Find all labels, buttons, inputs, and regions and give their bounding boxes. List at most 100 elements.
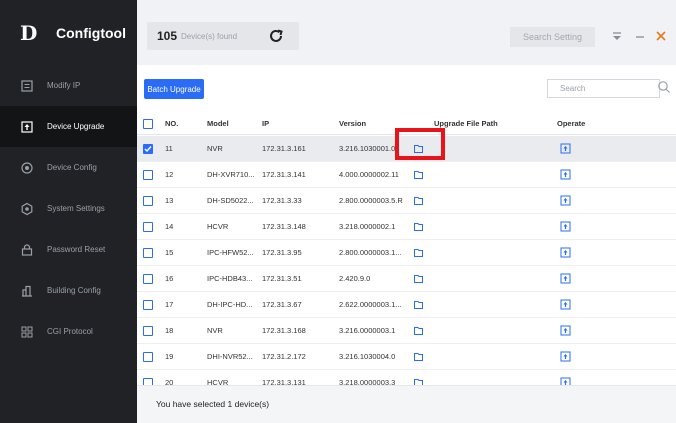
table-row[interactable]: 17 DH-IPC-HD... 172.31.3.67 2.622.0000003.1…: [137, 292, 676, 318]
upgrade-icon[interactable]: [560, 195, 571, 206]
cell-version: 3.216.1030001.0: [339, 144, 396, 153]
upgrade-icon[interactable]: [560, 325, 571, 336]
row-checkbox[interactable]: [143, 299, 153, 310]
row-checkbox[interactable]: [143, 247, 153, 258]
device-count-label: Device(s) found: [181, 31, 238, 41]
search-setting-button[interactable]: Search Setting: [510, 27, 595, 47]
sidebar: D Configtool Modify IP Device Upgrade Devi…: [0, 0, 137, 423]
search-input[interactable]: Search: [547, 79, 660, 98]
cell-no: 17: [165, 300, 174, 309]
row-checkbox[interactable]: [143, 195, 153, 206]
cell-no: 11: [165, 144, 173, 153]
cell-ip: 172.31.3.33: [262, 196, 302, 205]
cell-version: 3.216.1030004.0: [339, 352, 396, 361]
table-row[interactable]: 19 DHI-NVR52... 172.31.2.172 3.216.1030004.…: [137, 344, 676, 370]
sidebar-item-password-reset[interactable]: Password Reset: [0, 229, 137, 270]
cell-version: 2.622.0000003.1...: [339, 300, 402, 309]
cell-model: DH-SD5022...: [207, 196, 254, 205]
refresh-icon[interactable]: [268, 28, 284, 44]
folder-open-icon[interactable]: [413, 195, 424, 206]
folder-open-icon[interactable]: [413, 325, 424, 336]
folder-open-icon[interactable]: [413, 247, 424, 258]
select-all-checkbox[interactable]: [143, 118, 153, 129]
folder-open-icon[interactable]: [413, 299, 424, 310]
sidebar-item-system-settings[interactable]: System Settings: [0, 188, 137, 229]
folder-open-icon[interactable]: [413, 169, 424, 180]
batch-upgrade-button[interactable]: Batch Upgrade: [144, 79, 204, 99]
highlight-box: [395, 128, 445, 160]
table-row[interactable]: 18 NVR 172.31.3.168 3.216.0000003.1: [137, 318, 676, 344]
row-checkbox[interactable]: [143, 221, 153, 232]
table-row[interactable]: 15 IPC-HFW52... 172.31.3.95 2.800.0000003.1…: [137, 240, 676, 266]
cell-version: 2.800.0000003.1...: [339, 248, 402, 257]
table-row[interactable]: 14 HCVR 172.31.3.148 3.218.0000002.1: [137, 214, 676, 240]
sidebar-item-label: Modify IP: [47, 81, 81, 90]
building-config-icon: [22, 285, 32, 297]
upgrade-icon[interactable]: [560, 143, 571, 154]
cell-no: 12: [165, 170, 174, 179]
row-checkbox[interactable]: [143, 273, 153, 284]
app-logo-icon: D: [20, 20, 38, 45]
upgrade-icon[interactable]: [560, 299, 571, 310]
header-model: Model: [207, 119, 229, 128]
sidebar-item-label: System Settings: [47, 204, 105, 213]
row-checkbox[interactable]: [143, 143, 153, 154]
password-reset-icon: [21, 243, 33, 256]
dropdown-menu-icon[interactable]: [611, 30, 623, 42]
folder-open-icon[interactable]: [413, 221, 424, 232]
sidebar-item-upgrade[interactable]: Device Upgrade: [0, 106, 137, 147]
sidebar-item-label: Device Config: [47, 163, 97, 172]
cell-ip: 172.31.3.148: [262, 222, 306, 231]
sidebar-item-label: CGI Protocol: [47, 327, 93, 336]
cell-ip: 172.31.3.161: [262, 144, 306, 153]
sidebar-item-modify-ip[interactable]: Modify IP: [0, 65, 137, 106]
close-icon[interactable]: [655, 30, 667, 42]
upgrade-icon[interactable]: [560, 273, 571, 284]
upgrade-icon[interactable]: [560, 247, 571, 258]
cell-model: DHI-NVR52...: [207, 352, 253, 361]
cell-no: 13: [165, 196, 174, 205]
folder-open-icon[interactable]: [413, 273, 424, 284]
cell-ip: 172.31.3.51: [262, 274, 302, 283]
cell-ip: 172.31.3.141: [262, 170, 306, 179]
upgrade-icon[interactable]: [560, 351, 571, 362]
row-checkbox[interactable]: [143, 169, 153, 180]
search-icon[interactable]: [657, 80, 671, 94]
device-config-icon: [21, 161, 33, 174]
cell-ip: 172.31.3.168: [262, 326, 306, 335]
cell-no: 14: [165, 222, 174, 231]
cell-ip: 172.31.3.95: [262, 248, 302, 257]
cell-version: 2.420.9.0: [339, 274, 371, 283]
cell-model: IPC-HFW52...: [207, 248, 254, 257]
footer-bar: You have selected 1 device(s): [137, 385, 676, 423]
cell-no: 15: [165, 248, 174, 257]
row-checkbox[interactable]: [143, 325, 153, 336]
sidebar-item-label: Device Upgrade: [47, 122, 105, 131]
cell-model: IPC-HDB43...: [207, 274, 253, 283]
table-row[interactable]: 12 DH-XVR710... 172.31.3.141 4.000.0000002.…: [137, 162, 676, 188]
sidebar-item-label: Password Reset: [47, 245, 106, 254]
header-no: NO.: [165, 119, 179, 128]
header-version: Version: [339, 119, 367, 128]
cell-no: 16: [165, 274, 174, 283]
upgrade-icon[interactable]: [560, 221, 571, 232]
table-row[interactable]: 13 DH-SD5022... 172.31.3.33 2.800.0000003.5…: [137, 188, 676, 214]
sidebar-item-building-config[interactable]: Building Config: [0, 270, 137, 311]
sidebar-item-cgi-protocol[interactable]: CGI Protocol: [0, 311, 137, 352]
cell-ip: 172.31.3.67: [262, 300, 302, 309]
cell-no: 18: [165, 326, 174, 335]
upgrade-icon[interactable]: [560, 169, 571, 180]
cell-model: DH-IPC-HD...: [207, 300, 253, 309]
minimize-icon[interactable]: [634, 30, 646, 42]
folder-open-icon[interactable]: [413, 351, 424, 362]
table-row[interactable]: 16 IPC-HDB43... 172.31.3.51 2.420.9.0: [137, 266, 676, 292]
cell-model: DH-XVR710...: [207, 170, 255, 179]
main-panel: Batch Upgrade Search NO. Model IP Versio…: [137, 65, 676, 423]
upgrade-icon: [21, 120, 33, 133]
cell-version: 2.800.0000003.5.R: [339, 196, 403, 205]
sidebar-item-device-config[interactable]: Device Config: [0, 147, 137, 188]
cell-version: 4.000.0000002.11: [339, 170, 399, 179]
cell-model: NVR: [207, 144, 223, 153]
cell-model: NVR: [207, 326, 223, 335]
row-checkbox[interactable]: [143, 351, 153, 362]
